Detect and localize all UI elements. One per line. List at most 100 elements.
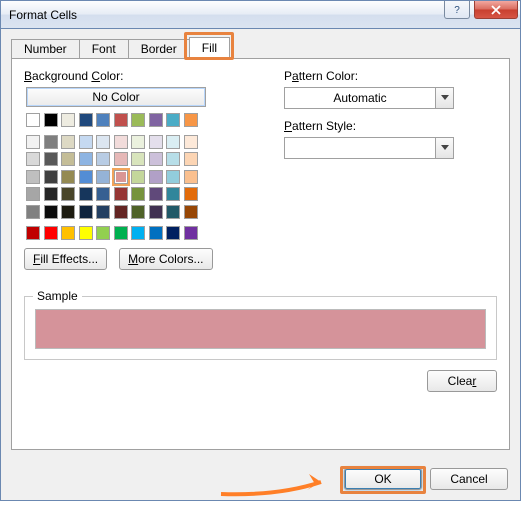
palette-standard-row [26,226,254,240]
color-swatch[interactable] [149,226,163,240]
color-swatch[interactable] [131,170,145,184]
close-button[interactable] [474,1,518,19]
color-swatch[interactable] [44,187,58,201]
color-swatch[interactable] [79,170,93,184]
help-button[interactable]: ? [444,1,470,19]
color-swatch[interactable] [26,226,40,240]
color-swatch[interactable] [79,205,93,219]
palette-row [26,135,254,149]
color-swatch[interactable] [96,135,110,149]
color-swatch[interactable] [96,205,110,219]
color-swatch[interactable] [184,135,198,149]
fill-effects-button[interactable]: Fill Effects... [24,248,107,270]
color-swatch[interactable] [114,135,128,149]
color-swatch[interactable] [44,152,58,166]
color-swatch[interactable] [131,187,145,201]
color-swatch[interactable] [149,187,163,201]
pattern-style-label: Pattern Style: [284,119,497,133]
more-colors-button[interactable]: More Colors... [119,248,212,270]
color-swatch[interactable] [79,152,93,166]
color-swatch[interactable] [61,135,75,149]
color-swatch[interactable] [149,170,163,184]
color-swatch[interactable] [44,170,58,184]
pattern-color-label: Pattern Color: [284,69,497,83]
color-swatch[interactable] [114,113,128,127]
color-swatch[interactable] [26,152,40,166]
color-swatch[interactable] [149,152,163,166]
clear-row: Clear Clear [24,370,497,392]
color-swatch[interactable] [131,135,145,149]
color-swatch[interactable] [26,170,40,184]
pattern-section: Pattern Color: Pattern Color: Automatic … [284,69,497,270]
color-swatch[interactable] [96,187,110,201]
color-swatch[interactable] [79,135,93,149]
color-swatch[interactable] [79,226,93,240]
ok-button[interactable]: OK [344,468,422,490]
color-swatch[interactable] [131,152,145,166]
color-swatch[interactable] [44,113,58,127]
color-swatch[interactable] [61,205,75,219]
color-swatch[interactable] [149,135,163,149]
tab-fill[interactable]: Fill [189,37,230,59]
color-swatch[interactable] [184,226,198,240]
color-swatch[interactable] [44,135,58,149]
color-swatch[interactable] [184,205,198,219]
color-swatch[interactable] [184,113,198,127]
color-swatch[interactable] [26,135,40,149]
color-swatch[interactable] [131,226,145,240]
color-swatch[interactable] [114,152,128,166]
color-swatch[interactable] [61,226,75,240]
color-swatch[interactable] [184,187,198,201]
tab-border[interactable]: Border [128,39,190,59]
cancel-button[interactable]: Cancel [430,468,508,490]
color-swatch[interactable] [166,226,180,240]
clear-button[interactable]: Clear [427,370,497,392]
color-swatch[interactable] [149,113,163,127]
color-swatch[interactable] [61,113,75,127]
color-swatch[interactable] [131,113,145,127]
color-swatch[interactable] [166,152,180,166]
color-swatch[interactable] [184,170,198,184]
color-swatch[interactable] [61,152,75,166]
color-swatch[interactable] [96,113,110,127]
color-swatch[interactable] [114,170,128,184]
color-swatch[interactable] [26,113,40,127]
color-swatch[interactable] [114,205,128,219]
sample-fieldset: Sample [24,296,497,360]
tab-font[interactable]: Font [79,39,129,59]
dialog-body: Number Font Border Fill Background Color… [1,29,520,460]
background-color-label: Background Color: [24,69,254,83]
color-swatch[interactable] [96,170,110,184]
color-swatch[interactable] [149,205,163,219]
color-swatch[interactable] [79,113,93,127]
color-swatch[interactable] [166,170,180,184]
color-swatch[interactable] [114,226,128,240]
palette-row [26,152,254,166]
svg-text:?: ? [454,5,460,15]
palette-buttons: Fill Effects... Fill Effects... More Col… [24,248,254,270]
tab-number[interactable]: Number [11,39,80,59]
titlebar: Format Cells ? [1,1,520,29]
color-swatch[interactable] [79,187,93,201]
chevron-down-icon [435,88,453,108]
color-swatch[interactable] [166,135,180,149]
color-swatch[interactable] [44,205,58,219]
color-swatch[interactable] [96,152,110,166]
color-swatch[interactable] [44,226,58,240]
color-swatch[interactable] [26,187,40,201]
color-swatch[interactable] [166,205,180,219]
no-color-button[interactable]: No Color [26,87,206,107]
pattern-style-combo[interactable] [284,137,454,159]
color-swatch[interactable] [166,187,180,201]
color-swatch[interactable] [114,187,128,201]
dialog-footer: OK Cancel [1,460,520,500]
color-swatch[interactable] [61,170,75,184]
color-swatch[interactable] [26,205,40,219]
color-swatch[interactable] [96,226,110,240]
palette-row [26,205,254,219]
color-swatch[interactable] [61,187,75,201]
color-swatch[interactable] [184,152,198,166]
color-swatch[interactable] [131,205,145,219]
pattern-color-combo[interactable]: Automatic [284,87,454,109]
color-swatch[interactable] [166,113,180,127]
